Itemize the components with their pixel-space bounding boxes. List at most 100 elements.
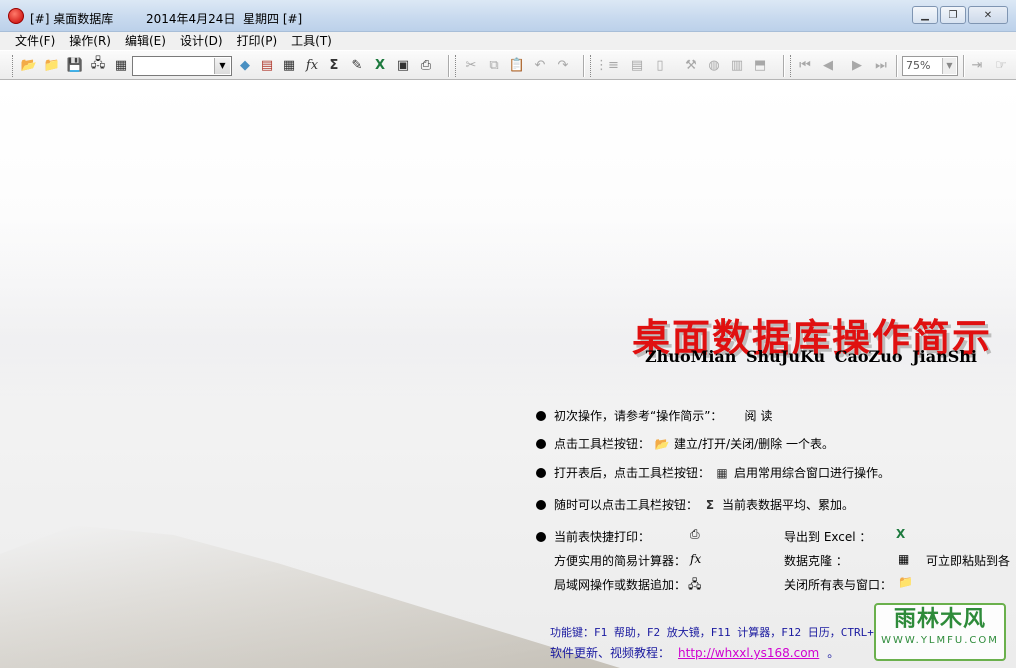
export-label: 导出到 Excel ： — [784, 530, 872, 544]
exit-button[interactable]: ⇥ — [968, 56, 986, 74]
toolbar-separator — [583, 55, 585, 77]
print-button[interactable]: ⎙ — [417, 56, 435, 74]
closeall-label: 关闭所有表与窗口： — [784, 578, 893, 592]
edit-button[interactable]: ✎ — [348, 56, 366, 74]
main-area: 桌面数据库操作简示 ZhuoMian ShuJuKu CaoZuo JianSh… — [0, 81, 1016, 668]
hand-button[interactable]: ☞ — [992, 56, 1010, 74]
export-button[interactable]: ⬒ — [751, 56, 769, 74]
next-record-button[interactable]: ▶ — [848, 56, 866, 74]
first-record-button[interactable]: ⏮ — [796, 56, 814, 74]
calculator-button[interactable]: fx — [303, 56, 321, 74]
open-folder-button[interactable]: 📂 — [20, 56, 38, 74]
page-button[interactable]: ▯ — [651, 56, 669, 74]
undo-icon: ↶ — [534, 57, 546, 73]
grid-icon: ▦ — [282, 57, 296, 73]
table-icon: ▦ — [114, 57, 128, 73]
last-icon: ⏭ — [875, 57, 887, 73]
scissors-icon: ✂ — [465, 57, 477, 73]
close-button[interactable]: ✕ — [968, 6, 1008, 24]
calendar-icon: ▣ — [396, 57, 410, 73]
zoom-select[interactable]: 75% ▼ — [902, 56, 958, 76]
clear-button[interactable]: ◆ — [236, 56, 254, 74]
menu-operate[interactable]: 操作(R) — [62, 32, 118, 50]
network-icon: 🖧 — [688, 577, 702, 591]
tip-row-print: 当前表快捷打印： — [536, 528, 650, 545]
toolbar-grip[interactable] — [12, 55, 15, 77]
sum-button[interactable]: Σ — [325, 56, 343, 74]
network-button[interactable]: 🖧 — [89, 56, 107, 74]
menu-edit[interactable]: 编辑(E) — [118, 32, 173, 50]
paste-icon: 📋 — [508, 57, 526, 73]
books-button[interactable]: ▤ — [258, 56, 276, 74]
excel-export-button[interactable]: X — [371, 56, 389, 74]
maximize-button[interactable]: ❐ — [940, 6, 966, 24]
lan-label: 局域网操作或数据追加： — [554, 578, 687, 592]
toolbar-grip[interactable] — [590, 55, 593, 77]
cut-button[interactable]: ✂ — [462, 56, 480, 74]
tip-4-text: 随时可以点击工具栏按钮： — [554, 498, 699, 512]
tip-row-1: 初次操作，请参考“操作简示”： 阅读 — [536, 407, 776, 424]
zoom-value: 75% — [906, 59, 931, 72]
update-end: 。 — [827, 646, 840, 660]
minimize-button[interactable]: ▁ — [912, 6, 938, 24]
tip-row-3: 打开表后，点击工具栏按钮： ▦ 启用常用综合窗口进行操作。 — [536, 464, 890, 481]
read-link[interactable]: 阅读 — [744, 407, 776, 424]
copy-button[interactable]: ⧉ — [485, 56, 503, 74]
menu-design[interactable]: 设计(D) — [173, 32, 230, 50]
hand-icon: ☞ — [995, 57, 1007, 73]
fields-button[interactable]: ⋮≡ — [595, 56, 619, 74]
paste-button[interactable]: 📋 — [508, 56, 526, 74]
records-button[interactable]: ▤ — [628, 56, 646, 74]
tip-3-desc: 启用常用综合窗口进行操作。 — [734, 466, 891, 480]
tools-icon: ⚒ — [685, 57, 697, 73]
exit-icon: ⇥ — [971, 57, 983, 73]
tip-row-4: 随时可以点击工具栏按钮： Σ 当前表数据平均、累加。 — [536, 496, 854, 513]
watermark-logo: 雨林木风 WWW.YLMFU.COM — [874, 603, 1006, 661]
save-button[interactable]: 💾 — [66, 56, 84, 74]
tools-button[interactable]: ⚒ — [682, 56, 700, 74]
folder-icon: 📁 — [43, 57, 61, 73]
menu-tools[interactable]: 工具(T) — [284, 32, 339, 50]
new-folder-button[interactable]: 📁 — [43, 56, 61, 74]
tip-3-text: 打开表后，点击工具栏按钮： — [554, 466, 711, 480]
homepage-link[interactable]: http://whxxl.ys168.com — [678, 646, 819, 660]
pencil-icon: ✎ — [351, 57, 363, 73]
prev-record-button[interactable]: ◀ — [819, 56, 837, 74]
menu-bar: 文件(F) 操作(R) 编辑(E) 设计(D) 打印(P) 工具(T) — [0, 32, 1016, 50]
bullet-icon — [536, 410, 546, 421]
prev-icon: ◀ — [823, 57, 833, 73]
title-bar: [#] 桌面数据库 2014年4月24日 星期四 [#] ▁ ❐ ✕ — [0, 0, 1016, 32]
table-select[interactable]: ▼ — [132, 56, 232, 76]
tip-4-desc: 当前表数据平均、累加。 — [722, 498, 855, 512]
redo-button[interactable]: ↷ — [554, 56, 572, 74]
menu-print[interactable]: 打印(P) — [230, 32, 285, 50]
table-window-button[interactable]: ▦ — [112, 56, 130, 74]
first-icon: ⏮ — [799, 57, 811, 73]
last-record-button[interactable]: ⏭ — [872, 56, 890, 74]
toolbar-separator — [448, 55, 450, 77]
printer-icon: ⎙ — [420, 57, 432, 73]
globe-button[interactable]: ◍ — [705, 56, 723, 74]
export-icon: ⬒ — [753, 57, 767, 73]
title-date: 2014年4月24日 — [146, 12, 236, 26]
folder-icon: 📁 — [898, 575, 913, 589]
app-icon[interactable] — [8, 8, 24, 24]
save-icon: 💾 — [66, 57, 84, 73]
toolbar-grip[interactable] — [455, 55, 458, 77]
clone-button[interactable]: ▦ — [280, 56, 298, 74]
toolbar-separator — [963, 55, 965, 77]
menu-file[interactable]: 文件(F) — [8, 32, 62, 50]
toolbar-grip[interactable] — [790, 55, 793, 77]
calendar-button[interactable]: ▣ — [394, 56, 412, 74]
fields-icon: ⋮≡ — [595, 57, 619, 73]
background-mountain — [0, 525, 620, 668]
excel-icon: X — [896, 527, 906, 541]
books-icon: ▤ — [260, 57, 274, 73]
report-button[interactable]: ▥ — [728, 56, 746, 74]
chevron-down-icon[interactable]: ▼ — [942, 58, 956, 74]
chevron-down-icon[interactable]: ▼ — [214, 58, 230, 74]
fx-icon: fx — [690, 552, 702, 566]
undo-button[interactable]: ↶ — [531, 56, 549, 74]
function-keys-hint: 功能键：F1 帮助，F2 放大镜，F11 计算器，F12 日历，CTRL+ — [550, 626, 874, 639]
intro-pinyin: ZhuoMian ShuJuKu CaoZuo JianShi — [645, 347, 977, 366]
